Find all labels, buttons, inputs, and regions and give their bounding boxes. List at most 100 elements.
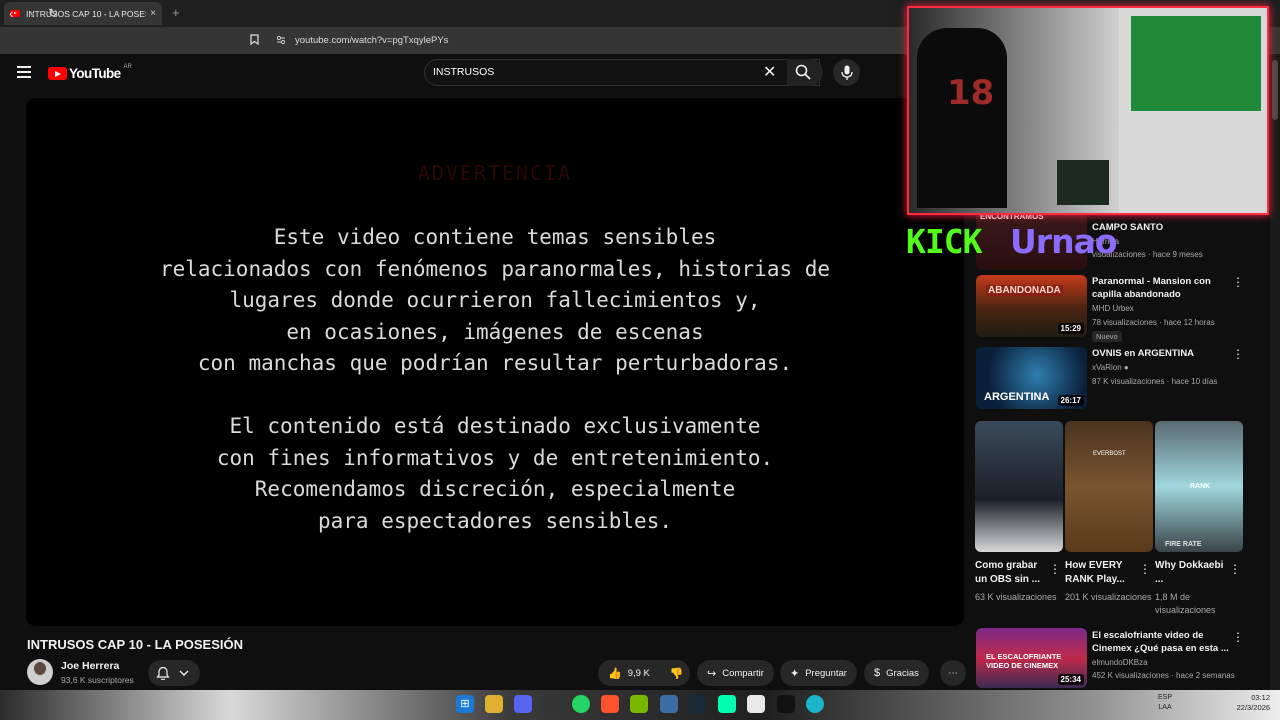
recommendation-item[interactable]: EL ESCALOFRIANTE VIDEO DE CINEMEX 25:34 … (976, 628, 1266, 688)
browser-tab[interactable]: INTRUSOS CAP 10 - LA POSESIÓN × (4, 2, 162, 25)
ask-button[interactable]: ✦ Preguntar (780, 660, 857, 686)
back-icon[interactable]: ‹ (9, 5, 14, 21)
lang-line-2: LAA (1158, 704, 1172, 711)
video-thumbnail[interactable]: EL ESCALOFRIANTE VIDEO DE CINEMEX 25:34 (976, 628, 1087, 688)
video-duration: 26:17 (1057, 395, 1084, 406)
language-indicator[interactable]: ESP LAA (1158, 693, 1172, 713)
youtube-play-icon (48, 67, 67, 80)
short-thumbnail[interactable]: RANK FIRE RATE (1155, 421, 1243, 552)
video-thumbnail[interactable]: ABANDONADA 15:29 (976, 275, 1087, 337)
site-info-icon[interactable] (276, 35, 286, 45)
menu-icon[interactable] (17, 66, 31, 81)
more-actions-button[interactable]: ⋯ (940, 660, 966, 686)
thumbnail-text: EL ESCALOFRIANTE VIDEO DE CINEMEX (986, 652, 1062, 670)
channel-name[interactable]: Joe Herrera (61, 660, 119, 672)
channel-label: xVaRion (1092, 363, 1122, 372)
short-title[interactable]: Como grabar un OBS sin ... (975, 559, 1051, 587)
obs-icon[interactable] (543, 695, 561, 713)
chevron-down-icon (179, 670, 189, 676)
recommendation-meta: 78 visualizaciones · hace 12 horas (1092, 318, 1215, 327)
short-views: 63 K visualizaciones (975, 592, 1057, 602)
clock-date: 22/3/2026 (1236, 703, 1270, 712)
warning-paragraph-2: El contenido está destinado exclusivamen… (216, 414, 774, 533)
clear-search-icon[interactable]: ✕ (763, 62, 776, 82)
app-icon[interactable] (747, 695, 765, 713)
country-code: AR (123, 63, 132, 70)
video-title: INTRUSOS CAP 10 - LA POSESIÓN (27, 637, 243, 652)
share-button[interactable]: ↪ Compartir (697, 660, 774, 686)
webcam-overlay: 18 (907, 6, 1269, 215)
short-title[interactable]: Why Dokkaebi ... (1155, 559, 1231, 587)
steam-icon[interactable] (689, 695, 707, 713)
more-icon[interactable]: ⋮ (1232, 275, 1244, 289)
video-duration: 15:29 (1057, 323, 1084, 334)
like-dislike-group: 👍 9,9 K 👎 (598, 660, 690, 686)
green-screen (1131, 16, 1261, 111)
more-icon[interactable]: ⋮ (1232, 347, 1244, 361)
clock[interactable]: 03:12 22/3/2026 (1228, 693, 1270, 713)
like-count[interactable]: 9,9 K (628, 668, 650, 679)
forward-icon[interactable]: › (30, 5, 35, 21)
like-icon[interactable]: 👍 (608, 667, 622, 680)
whatsapp-icon[interactable] (572, 695, 590, 713)
app-icon[interactable] (718, 695, 736, 713)
warning-paragraph-1: Este video contiene temas sensibles rela… (159, 225, 831, 375)
subscriber-count: 93,6 K suscriptores (61, 675, 134, 685)
streamer-figure (917, 28, 1007, 208)
discord-icon[interactable] (514, 695, 532, 713)
more-icon[interactable]: ⋮ (1049, 562, 1061, 576)
settings-icon[interactable] (660, 695, 678, 713)
new-tab-button[interactable]: + (172, 5, 180, 20)
recommendation-channel[interactable]: elmundoDKBza (1092, 658, 1148, 667)
tab-close-icon[interactable]: × (150, 8, 156, 19)
short-views: 1,8 M de visualizaciones (1155, 592, 1216, 615)
reload-icon[interactable]: ↻ (48, 6, 58, 20)
video-duration: 25:34 (1057, 674, 1084, 685)
search-icon (795, 64, 811, 80)
voice-search-button[interactable] (833, 59, 860, 86)
scrollbar[interactable] (1270, 54, 1280, 690)
tab-title: INTRUSOS CAP 10 - LA POSESIÓN (26, 8, 146, 19)
video-thumbnail[interactable]: ARGENTINA 26:17 (976, 347, 1087, 409)
file-explorer-icon[interactable] (485, 695, 503, 713)
thanks-label: Gracias (886, 667, 919, 679)
recommendation-title[interactable]: OVNIS en ARGENTINA (1092, 347, 1232, 360)
recommendation-title[interactable]: El escalofriante video de Cinemex ¿Qué p… (1092, 629, 1232, 655)
short-thumbnail[interactable] (975, 421, 1063, 552)
url-text: youtube.com/watch?v=pgTxqylePYs (295, 34, 449, 46)
subscription-bell-button[interactable] (148, 660, 200, 686)
scrollbar-thumb[interactable] (1272, 60, 1278, 120)
bookmark-icon[interactable] (250, 34, 259, 45)
more-icon[interactable]: ⋮ (1232, 630, 1244, 644)
youtube-logo[interactable]: YouTube AR (48, 63, 132, 81)
search-query[interactable]: INSTRUSOS (433, 66, 494, 78)
thumbnail-text: ARGENTINA (984, 391, 1050, 403)
nvidia-icon[interactable] (630, 695, 648, 713)
channel-avatar[interactable] (27, 659, 53, 685)
share-icon: ↪ (707, 667, 717, 680)
more-icon[interactable]: ⋮ (1139, 562, 1151, 576)
recommendation-meta: 87 K visualizaciones · hace 10 días (1092, 377, 1218, 386)
address-bar[interactable]: youtube.com/watch?v=pgTxqylePYs (245, 30, 905, 50)
epic-games-icon[interactable] (777, 695, 795, 713)
thanks-button[interactable]: $ Gracias (864, 660, 929, 686)
streamer-name: Urnao (1010, 222, 1118, 261)
start-icon[interactable]: ⊞ (456, 695, 474, 713)
short-title[interactable]: How EVERY RANK Play... (1065, 559, 1141, 587)
more-icon[interactable]: ⋮ (1229, 562, 1241, 576)
dislike-icon[interactable]: 👎 (670, 667, 684, 680)
recommendation-channel[interactable]: MHD Urbex (1092, 304, 1134, 313)
edge-icon[interactable] (806, 695, 824, 713)
more-icon: ⋯ (948, 667, 958, 679)
short-views: 201 K visualizaciones (1065, 592, 1152, 602)
recommendation-item[interactable]: ABANDONADA 15:29 Paranormal - Mansion co… (976, 275, 1266, 342)
recommendation-item[interactable]: ARGENTINA 26:17 OVNIS en ARGENTINA xVaRi… (976, 347, 1266, 409)
search-button[interactable] (787, 59, 823, 86)
short-thumbnail[interactable]: EVERBOST (1065, 421, 1153, 552)
recommendation-channel[interactable]: xVaRion ● (1092, 363, 1129, 372)
thanks-icon: $ (874, 667, 881, 679)
new-badge: Nuevo (1092, 331, 1122, 342)
brave-icon[interactable] (601, 695, 619, 713)
recommendation-meta: 452 K visualizaciones · hace 2 semanas (1092, 671, 1235, 680)
recommendation-title[interactable]: Paranormal - Mansion con capilla abandon… (1092, 275, 1232, 301)
